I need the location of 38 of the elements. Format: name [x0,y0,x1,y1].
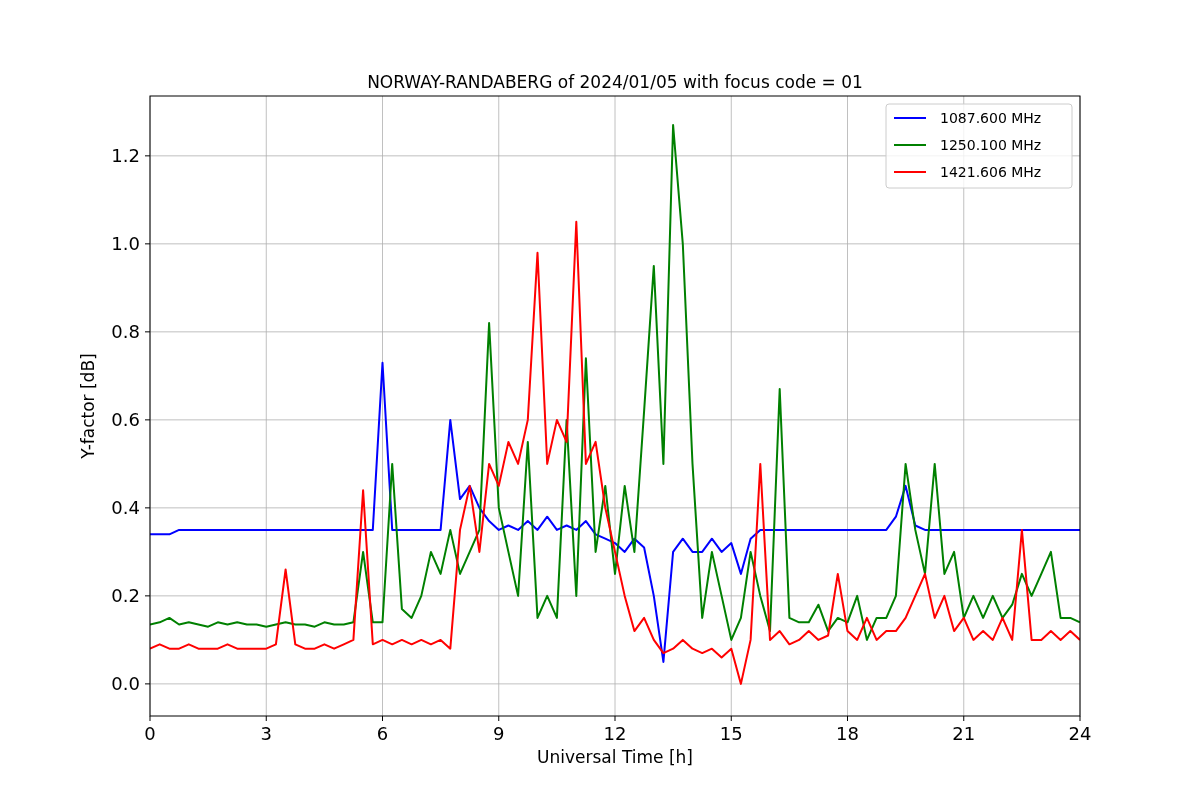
tick-label: 0.6 [111,408,140,430]
legend-label: 1250.100 MHz [940,137,1042,153]
tick-label: 0.2 [111,584,140,606]
tick-label: 3 [260,723,272,744]
tick-label: 0.8 [111,320,140,342]
tick-mark [730,715,732,722]
tick-label: 21 [952,723,976,744]
tick-mark [847,715,848,722]
y-axis-label: Y-factor [dB] [78,353,98,459]
tick-label: 6 [376,723,389,744]
legend-label: 1087.600 MHz [940,110,1042,126]
tick-mark [144,507,151,509]
tick-mark [144,243,151,245]
tick-mark [265,715,267,722]
tick-label: 9 [493,723,505,744]
tick-label: 1.2 [111,144,140,166]
tick-label: 18 [836,723,859,744]
tick-mark [498,715,500,722]
x-axis-label: Universal Time [h] [537,747,693,767]
tick-mark [144,419,151,421]
tick-mark [1079,715,1081,722]
tick-mark [149,715,151,722]
tick-mark [144,683,151,685]
tick-label: 24 [1068,723,1092,744]
tick-label: 0.0 [111,672,140,694]
chart-title: NORWAY-RANDABERG of 2024/01/05 with focus code = 01 [367,72,863,92]
tick-label: 15 [719,723,743,744]
tick-label: 0 [144,723,156,744]
tick-label: 12 [603,723,627,744]
tick-mark [963,715,965,722]
tick-mark [382,715,383,722]
tick-mark [144,595,151,597]
tick-mark [614,715,616,722]
legend-label: 1421.606 MHz [940,164,1042,180]
tick-label: 0.4 [111,496,140,518]
tick-mark [144,155,151,157]
tick-label: 1.0 [111,232,140,254]
tick-mark [144,331,151,333]
